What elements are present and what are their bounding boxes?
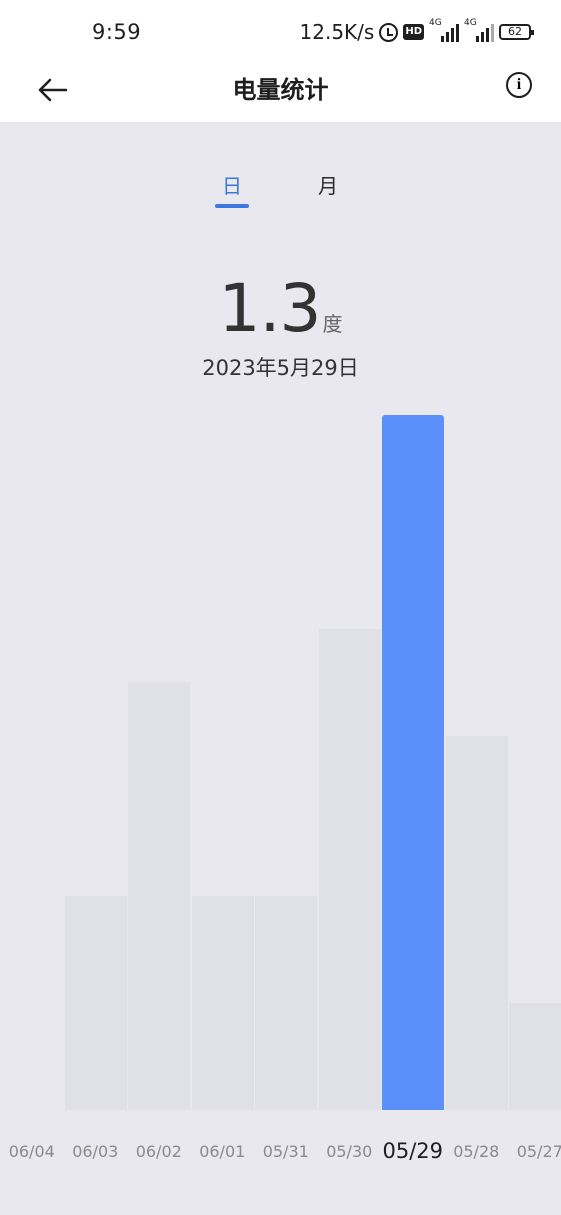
arrow-left-icon	[38, 78, 68, 102]
bar-05-28[interactable]	[445, 735, 508, 1110]
bar-05-30[interactable]	[318, 628, 381, 1110]
bar-06-02[interactable]	[128, 682, 190, 1110]
x-tick-label[interactable]: 05/27	[500, 1142, 561, 1161]
app-header: 电量统计 i	[0, 62, 561, 122]
bar-05-31[interactable]	[255, 896, 317, 1110]
tab-month[interactable]: 月	[298, 170, 358, 199]
status-bar: 9:59 12.5K/s HD 4G 4G 62	[0, 0, 561, 62]
bar-06-03[interactable]	[64, 896, 127, 1110]
usage-unit: 度	[322, 312, 343, 336]
signal-icon: 4G	[429, 18, 459, 42]
back-button[interactable]	[34, 68, 74, 108]
page-title: 电量统计	[232, 76, 329, 104]
network-speed: 12.5K/s	[299, 20, 375, 44]
battery-icon: 62	[499, 24, 534, 40]
hd-voice-icon: HD	[403, 24, 424, 40]
bar-06-01[interactable]	[191, 896, 254, 1110]
status-indicators: 12.5K/s HD 4G 4G 62	[299, 18, 534, 44]
bar-05-27[interactable]	[509, 1003, 561, 1110]
info-button[interactable]: i	[506, 72, 532, 98]
usage-bar-chart: 06/04 06/03 06/02 06/01 05/31 05/30 05/29 05/28…	[0, 400, 561, 1190]
usage-value: 1.3	[218, 270, 322, 347]
signal-icon: 4G	[464, 18, 494, 42]
network-type-label: 4G	[464, 18, 477, 28]
usage-summary: 1.3 度	[0, 270, 561, 347]
tab-indicator	[215, 204, 249, 208]
bar-05-29[interactable]	[382, 415, 444, 1110]
alarm-icon	[379, 22, 399, 42]
info-circle-icon: i	[516, 76, 522, 93]
status-time: 9:59	[92, 20, 142, 44]
period-tabs: 日 月	[0, 170, 561, 212]
selected-date: 2023年5月29日	[202, 356, 359, 380]
tab-day[interactable]: 日	[202, 170, 262, 199]
network-type-label: 4G	[429, 18, 442, 28]
